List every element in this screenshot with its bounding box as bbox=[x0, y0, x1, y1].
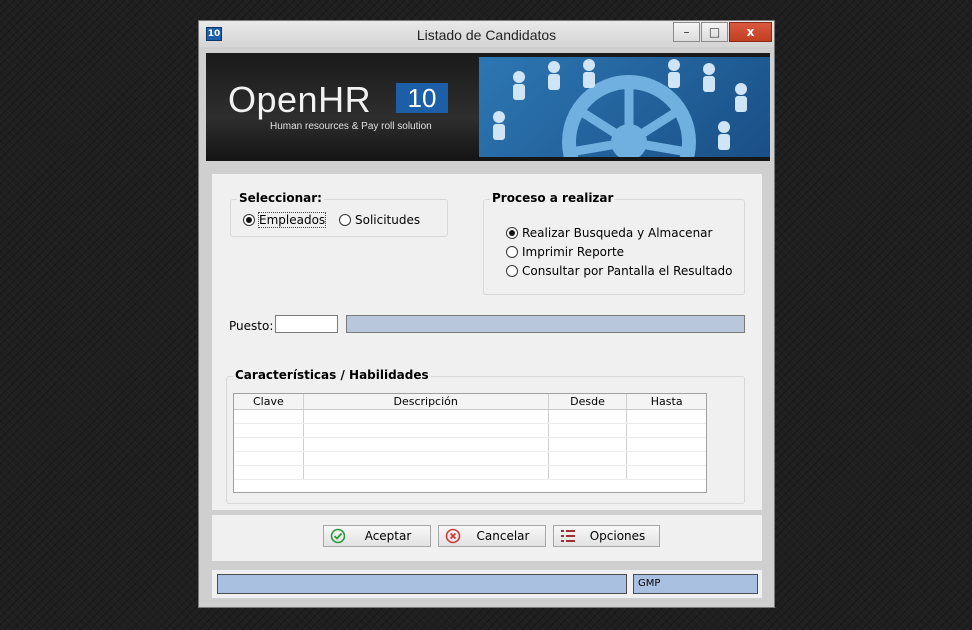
radio-empleados-label: Empleados bbox=[257, 212, 327, 228]
minimize-button[interactable]: – bbox=[673, 22, 700, 42]
seleccionar-title: Seleccionar: bbox=[237, 191, 324, 205]
options-label: Opciones bbox=[589, 529, 646, 543]
column-desde[interactable]: Desde bbox=[549, 394, 628, 409]
radio-imprimir-reporte[interactable]: Imprimir Reporte bbox=[506, 245, 624, 259]
radio-solicitudes-indicator[interactable] bbox=[339, 214, 351, 226]
maximize-button[interactable]: □ bbox=[701, 22, 728, 42]
puesto-description-field bbox=[346, 315, 745, 333]
radio-solicitudes-label: Solicitudes bbox=[355, 213, 421, 227]
column-descripcion[interactable]: Descripción bbox=[304, 394, 549, 409]
logo-tagline: Human resources & Pay roll solution bbox=[270, 121, 432, 132]
grid-header: Clave Descripción Desde Hasta bbox=[234, 394, 706, 410]
habilidades-grid[interactable]: Clave Descripción Desde Hasta bbox=[233, 393, 707, 493]
openhr-banner: OpenHR 10 Human resources & Pay roll sol… bbox=[206, 53, 770, 161]
seleccionar-group: Seleccionar: Empleados Solicitudes bbox=[230, 191, 448, 237]
form-area: Seleccionar: Empleados Solicitudes Proce… bbox=[212, 174, 762, 510]
window: 10 Listado de Candidatos – □ x OpenHR 10… bbox=[198, 20, 775, 608]
accept-label: Aceptar bbox=[364, 529, 412, 543]
gear-people-icon bbox=[493, 59, 747, 161]
table-row[interactable] bbox=[234, 424, 706, 438]
radio-consultar-pantalla[interactable]: Consultar por Pantalla el Resultado bbox=[506, 264, 733, 278]
radio-empleados[interactable]: Empleados bbox=[243, 212, 327, 228]
accept-button[interactable]: Aceptar bbox=[323, 525, 431, 547]
status-message bbox=[217, 574, 627, 594]
list-icon bbox=[560, 528, 576, 544]
close-button[interactable]: x bbox=[729, 22, 772, 42]
radio-realizar-busqueda[interactable]: Realizar Busqueda y Almacenar bbox=[506, 226, 712, 240]
radio-solicitudes[interactable]: Solicitudes bbox=[339, 213, 420, 227]
status-bar: GMP bbox=[212, 570, 762, 598]
radio-realizar-indicator[interactable] bbox=[506, 227, 518, 239]
radio-realizar-label: Realizar Busqueda y Almacenar bbox=[522, 226, 713, 240]
logo-text: OpenHR bbox=[228, 79, 372, 120]
cancel-label: Cancelar bbox=[476, 529, 530, 543]
banner-graphic bbox=[479, 57, 770, 161]
radio-imprimir-indicator[interactable] bbox=[506, 246, 518, 258]
cancel-circle-icon bbox=[445, 528, 461, 544]
caracteristicas-group: Características / Habilidades Clave Desc… bbox=[226, 368, 745, 504]
puesto-code-input[interactable] bbox=[275, 315, 338, 333]
check-circle-icon bbox=[330, 528, 346, 544]
button-bar: Aceptar Cancelar Opciones bbox=[212, 515, 762, 561]
cancel-button[interactable]: Cancelar bbox=[438, 525, 546, 547]
status-gmp: GMP bbox=[633, 574, 758, 594]
table-row[interactable] bbox=[234, 410, 706, 424]
radio-empleados-indicator[interactable] bbox=[243, 214, 255, 226]
options-button[interactable]: Opciones bbox=[553, 525, 660, 547]
radio-consultar-label: Consultar por Pantalla el Resultado bbox=[522, 264, 733, 278]
table-row[interactable] bbox=[234, 438, 706, 452]
column-clave[interactable]: Clave bbox=[234, 394, 304, 409]
caracteristicas-title: Características / Habilidades bbox=[233, 368, 431, 382]
radio-imprimir-label: Imprimir Reporte bbox=[522, 245, 625, 259]
table-row[interactable] bbox=[234, 452, 706, 466]
title-bar[interactable]: 10 Listado de Candidatos – □ x bbox=[199, 21, 774, 47]
puesto-label: Puesto: bbox=[229, 319, 274, 333]
proceso-group: Proceso a realizar Realizar Busqueda y A… bbox=[483, 191, 745, 295]
logo-number: 10 bbox=[396, 83, 448, 113]
table-row[interactable] bbox=[234, 466, 706, 480]
column-hasta[interactable]: Hasta bbox=[627, 394, 706, 409]
radio-consultar-indicator[interactable] bbox=[506, 265, 518, 277]
proceso-title: Proceso a realizar bbox=[490, 191, 616, 205]
